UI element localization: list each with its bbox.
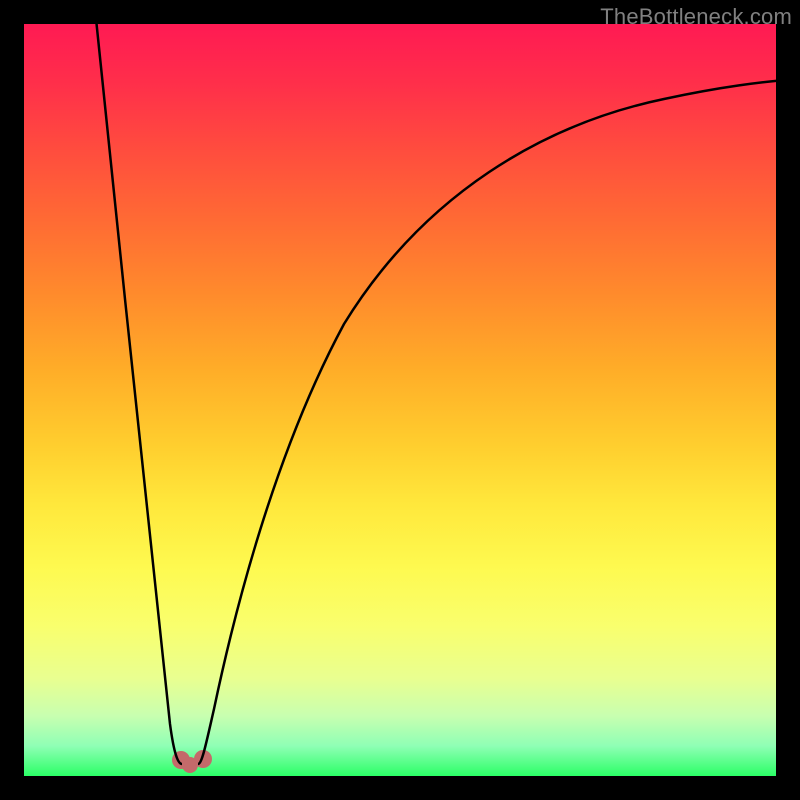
- curve-right-branch: [198, 80, 776, 764]
- plot-frame: [24, 24, 776, 776]
- watermark-text: TheBottleneck.com: [600, 4, 792, 30]
- bottleneck-curve: [24, 24, 776, 776]
- curve-left-branch: [95, 24, 182, 764]
